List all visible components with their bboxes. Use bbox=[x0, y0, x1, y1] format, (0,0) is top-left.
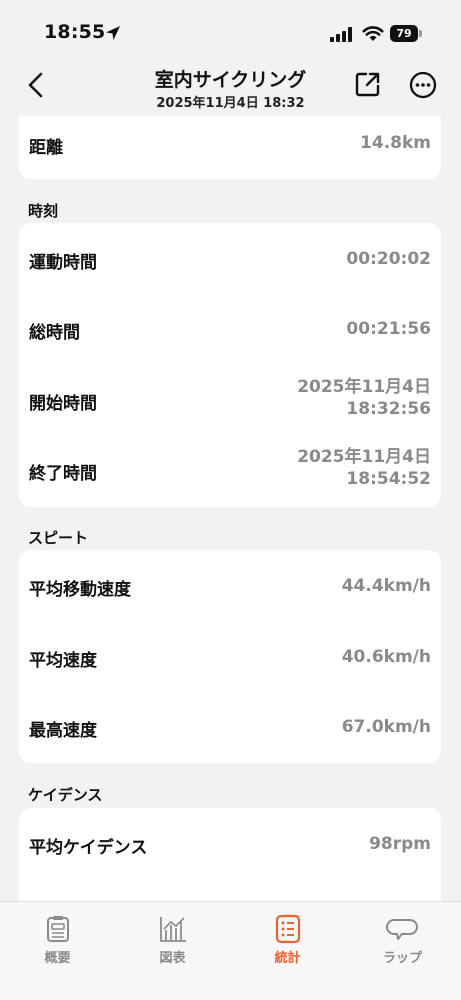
stat-value-time: 18:54:52 bbox=[346, 469, 431, 489]
stat-row-distance: 距離 14.8km bbox=[19, 116, 441, 179]
tab-label: 統計 bbox=[274, 951, 301, 966]
stat-value: 44.4km/h bbox=[341, 576, 431, 596]
stat-row-moving-time: 運動時間 00:20:02 bbox=[19, 223, 441, 294]
page-title: 室内サイクリング bbox=[154, 69, 307, 91]
stat-row-end-time: 終了時間 2025年11月4日 18:54:52 bbox=[19, 436, 441, 507]
stat-label: 平均速度 bbox=[29, 651, 97, 671]
share-export-icon[interactable] bbox=[354, 70, 382, 98]
stat-value: 00:21:56 bbox=[346, 319, 431, 339]
stat-label: 平均移動速度 bbox=[29, 580, 131, 600]
tab-lap[interactable]: ラップ bbox=[345, 902, 460, 982]
stat-value-date: 2025年11月4日 bbox=[297, 377, 431, 397]
speed-card: 平均移動速度 44.4km/h 平均速度 40.6km/h 最高速度 67.0k… bbox=[19, 550, 441, 763]
stat-value: 98rpm bbox=[369, 834, 431, 854]
battery-icon: 79 bbox=[390, 25, 422, 42]
stat-label: 終了時間 bbox=[29, 464, 97, 484]
stats-list-icon bbox=[275, 914, 301, 944]
stat-value: 14.8km bbox=[360, 133, 431, 153]
tab-stats[interactable]: 統計 bbox=[230, 902, 345, 982]
tab-label: 概要 bbox=[44, 951, 71, 966]
stat-label: 開始時間 bbox=[29, 394, 97, 414]
summary-icon bbox=[47, 916, 69, 942]
time-card: 運動時間 00:20:02 総時間 00:21:56 開始時間 2025年11月… bbox=[19, 223, 441, 507]
tab-bar: 概要 図表 統計 ラップ bbox=[0, 901, 461, 1000]
section-heading-speed: スピート bbox=[28, 529, 89, 547]
chart-icon bbox=[160, 917, 186, 942]
stat-row-max-speed: 最高速度 67.0km/h bbox=[19, 692, 441, 763]
tab-chart[interactable]: 図表 bbox=[115, 902, 230, 982]
distance-card: 距離 14.8km bbox=[19, 116, 441, 179]
more-options-icon[interactable] bbox=[408, 70, 438, 100]
section-heading-cadence: ケイデンス bbox=[28, 786, 103, 804]
stat-value: 00:20:02 bbox=[346, 249, 431, 269]
stat-label: 運動時間 bbox=[29, 253, 97, 273]
stat-row-total-time: 総時間 00:21:56 bbox=[19, 294, 441, 365]
cadence-card: 平均ケイデンス 98rpm bbox=[19, 808, 441, 901]
stat-row-avg-speed: 平均速度 40.6km/h bbox=[19, 621, 441, 692]
stat-row-avg-cadence: 平均ケイデンス 98rpm bbox=[19, 808, 441, 879]
stat-label: 最高速度 bbox=[29, 721, 97, 741]
stat-label: 距離 bbox=[29, 138, 63, 158]
stat-label: 平均ケイデンス bbox=[29, 838, 148, 858]
tab-summary[interactable]: 概要 bbox=[0, 902, 115, 982]
status-bar: 18:55 79 bbox=[0, 0, 461, 62]
page-subtitle-date: 2025年11月4日 18:32 bbox=[156, 96, 305, 111]
stats-scroll-content[interactable]: 距離 14.8km 時刻 運動時間 00:20:02 総時間 00:21:56 … bbox=[0, 116, 461, 901]
stat-row-avg-moving-speed: 平均移動速度 44.4km/h bbox=[19, 550, 441, 621]
stat-value-date: 2025年11月4日 bbox=[297, 447, 431, 467]
location-arrow-icon bbox=[106, 26, 120, 40]
stat-value: 40.6km/h bbox=[341, 647, 431, 667]
wifi-icon bbox=[362, 26, 384, 41]
tab-label: 図表 bbox=[159, 951, 186, 966]
stat-label: 総時間 bbox=[29, 323, 80, 343]
navigation-bar: 室内サイクリング 2025年11月4日 18:32 bbox=[0, 62, 461, 116]
lap-icon bbox=[386, 919, 418, 940]
cellular-signal-icon bbox=[330, 27, 352, 42]
section-heading-time: 時刻 bbox=[28, 202, 59, 220]
battery-level: 79 bbox=[390, 25, 418, 42]
stat-row-start-time: 開始時間 2025年11月4日 18:32:56 bbox=[19, 365, 441, 436]
status-time: 18:55 bbox=[44, 21, 106, 43]
stat-value-time: 18:32:56 bbox=[346, 399, 431, 419]
stat-value: 67.0km/h bbox=[341, 717, 431, 737]
tab-label: ラップ bbox=[382, 951, 422, 966]
